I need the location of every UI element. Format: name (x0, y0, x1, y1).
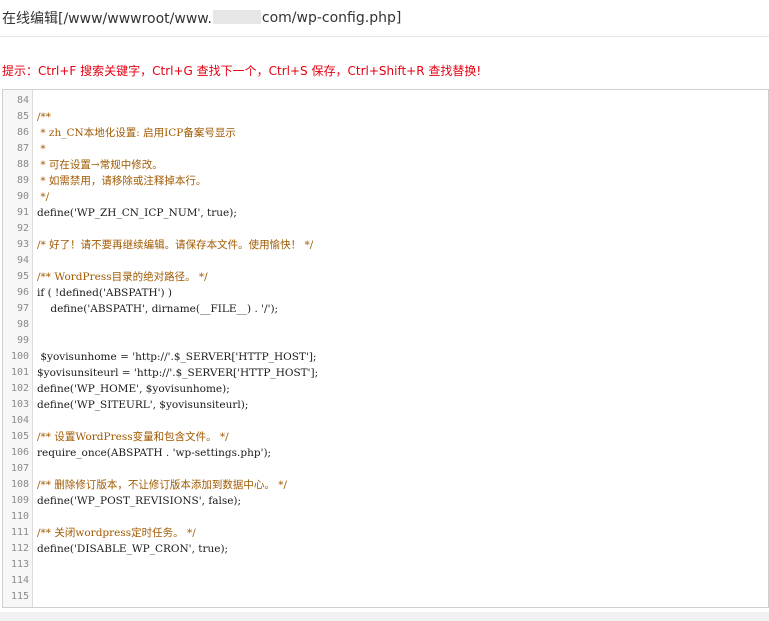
bottom-scroll-area (0, 612, 769, 621)
code-text[interactable]: /** WordPress目录的绝对路径。 */ (37, 269, 208, 285)
line-number: 93 (16, 239, 29, 250)
code-line[interactable]: 103 define('WP_SITEURL', $yovisunsiteurl)… (3, 397, 768, 413)
code-line[interactable]: 105 /** 设置WordPress变量和包含文件。 */ (3, 429, 768, 445)
line-number: 114 (10, 575, 29, 586)
shortcut-hint: 提示：Ctrl+F 搜索关键字，Ctrl+G 查找下一个，Ctrl+S 保存，C… (2, 64, 482, 78)
line-number: 105 (10, 431, 29, 442)
code-line[interactable]: 87 * (3, 141, 768, 157)
code-line[interactable]: 97 define('ABSPATH', dirname(__FILE__) .… (3, 301, 768, 317)
code-line[interactable]: 112 define('DISABLE_WP_CRON', true); (3, 541, 768, 557)
code-line[interactable]: 90 */ (3, 189, 768, 205)
code-text[interactable]: define('DISABLE_WP_CRON', true); (37, 541, 228, 557)
code-text[interactable]: /** 关闭wordpress定时任务。 */ (37, 525, 196, 541)
line-number: 111 (10, 527, 29, 538)
code-text[interactable]: /** (37, 109, 51, 125)
code-line[interactable]: 96 if ( !defined('ABSPATH') ) (3, 285, 768, 301)
line-number: 85 (16, 111, 29, 122)
line-number: 112 (10, 543, 29, 554)
line-number: 96 (16, 287, 29, 298)
code-line[interactable]: 91 define('WP_ZH_CN_ICP_NUM', true); (3, 205, 768, 221)
code-line[interactable]: 89 * 如需禁用，请移除或注释掉本行。 (3, 173, 768, 189)
code-line[interactable]: 86 * zh_CN本地化设置: 启用ICP备案号显示 (3, 125, 768, 141)
code-text[interactable]: * 如需禁用，请移除或注释掉本行。 (37, 173, 206, 189)
code-text[interactable]: */ (37, 189, 49, 205)
code-line[interactable]: 94 (3, 253, 768, 269)
code-line[interactable]: 88 * 可在设置→常规中修改。 (3, 157, 768, 173)
line-number: 86 (16, 127, 29, 138)
line-number: 84 (16, 95, 29, 106)
line-number: 97 (16, 303, 29, 314)
line-number: 99 (16, 335, 29, 346)
line-number: 110 (10, 511, 29, 522)
line-number: 87 (16, 143, 29, 154)
line-number: 115 (10, 591, 29, 602)
line-number: 109 (10, 495, 29, 506)
code-line[interactable]: 99 (3, 333, 768, 349)
line-number: 102 (10, 383, 29, 394)
code-line[interactable]: 113 (3, 557, 768, 573)
line-number: 89 (16, 175, 29, 186)
code-text[interactable]: if ( !defined('ABSPATH') ) (37, 285, 172, 301)
code-text[interactable]: define('WP_POST_REVISIONS', false); (37, 493, 241, 509)
redacted-domain (212, 10, 261, 24)
code-line[interactable]: 101 $yovisunsiteurl = 'http://'.$_SERVER[… (3, 365, 768, 381)
line-number: 92 (16, 223, 29, 234)
line-number: 91 (16, 207, 29, 218)
code-line[interactable]: 107 (3, 461, 768, 477)
code-line[interactable]: 98 (3, 317, 768, 333)
code-text[interactable]: $yovisunhome = 'http://'.$_SERVER['HTTP_… (37, 349, 316, 365)
code-text[interactable]: define('WP_HOME', $yovisunhome); (37, 381, 230, 397)
code-text[interactable]: $yovisunsiteurl = 'http://'.$_SERVER['HT… (37, 365, 318, 381)
code-line[interactable]: 109 define('WP_POST_REVISIONS', false); (3, 493, 768, 509)
code-line[interactable]: 102 define('WP_HOME', $yovisunhome); (3, 381, 768, 397)
line-number: 94 (16, 255, 29, 266)
code-line[interactable]: 100 $yovisunhome = 'http://'.$_SERVER['H… (3, 349, 768, 365)
code-text[interactable]: /** 设置WordPress变量和包含文件。 */ (37, 429, 229, 445)
code-line[interactable]: 93 /* 好了！请不要再继续编辑。请保存本文件。使用愉快！ */ (3, 237, 768, 253)
line-number: 90 (16, 191, 29, 202)
code-line[interactable]: 95 /** WordPress目录的绝对路径。 */ (3, 269, 768, 285)
editor-title-bar: 在线编辑[/www/wwwroot/www. com/wp-config.php] (0, 0, 769, 37)
code-text[interactable]: /** 删除修订版本，不让修订版本添加到数据中心。 */ (37, 477, 287, 493)
file-path-suffix: com/wp-config.php] (261, 10, 402, 26)
line-number: 113 (10, 559, 29, 570)
code-text[interactable]: define('WP_ZH_CN_ICP_NUM', true); (37, 205, 237, 221)
code-line[interactable]: 114 (3, 573, 768, 589)
code-text[interactable]: * zh_CN本地化设置: 启用ICP备案号显示 (37, 125, 235, 141)
line-number: 106 (10, 447, 29, 458)
line-number: 95 (16, 271, 29, 282)
line-number: 101 (10, 367, 29, 378)
file-path-prefix: 在线编辑[/www/wwwroot/www. (2, 11, 212, 27)
line-number: 107 (10, 463, 29, 474)
code-line[interactable]: 84 (3, 93, 768, 109)
code-line[interactable]: 110 (3, 509, 768, 525)
code-text[interactable]: * (37, 141, 45, 157)
line-number: 100 (10, 351, 29, 362)
code-line[interactable]: 104 (3, 413, 768, 429)
code-text[interactable]: /* 好了！请不要再继续编辑。请保存本文件。使用愉快！ */ (37, 237, 313, 253)
code-text[interactable]: require_once(ABSPATH . 'wp-settings.php'… (37, 445, 271, 461)
code-line[interactable]: 106 require_once(ABSPATH . 'wp-settings.p… (3, 445, 768, 461)
code-line[interactable]: 85 /** (3, 109, 768, 125)
code-text[interactable]: * 可在设置→常规中修改。 (37, 157, 162, 173)
line-number: 103 (10, 399, 29, 410)
code-line[interactable]: 115 (3, 589, 768, 605)
line-number: 104 (10, 415, 29, 426)
line-number: 98 (16, 319, 29, 330)
code-line[interactable]: 108 /** 删除修订版本，不让修订版本添加到数据中心。 */ (3, 477, 768, 493)
code-line[interactable]: 92 (3, 221, 768, 237)
code-lines[interactable]: 84 85/** 86 * zh_CN本地化设置: 启用ICP备案号显示 87 * 88… (3, 93, 768, 605)
line-number: 88 (16, 159, 29, 170)
code-text[interactable]: define('ABSPATH', dirname(__FILE__) . '/… (37, 301, 278, 317)
line-number: 108 (10, 479, 29, 490)
code-line[interactable]: 111 /** 关闭wordpress定时任务。 */ (3, 525, 768, 541)
code-editor[interactable]: 84 85/** 86 * zh_CN本地化设置: 启用ICP备案号显示 87 * 88… (2, 89, 769, 608)
code-text[interactable]: define('WP_SITEURL', $yovisunsiteurl); (37, 397, 248, 413)
